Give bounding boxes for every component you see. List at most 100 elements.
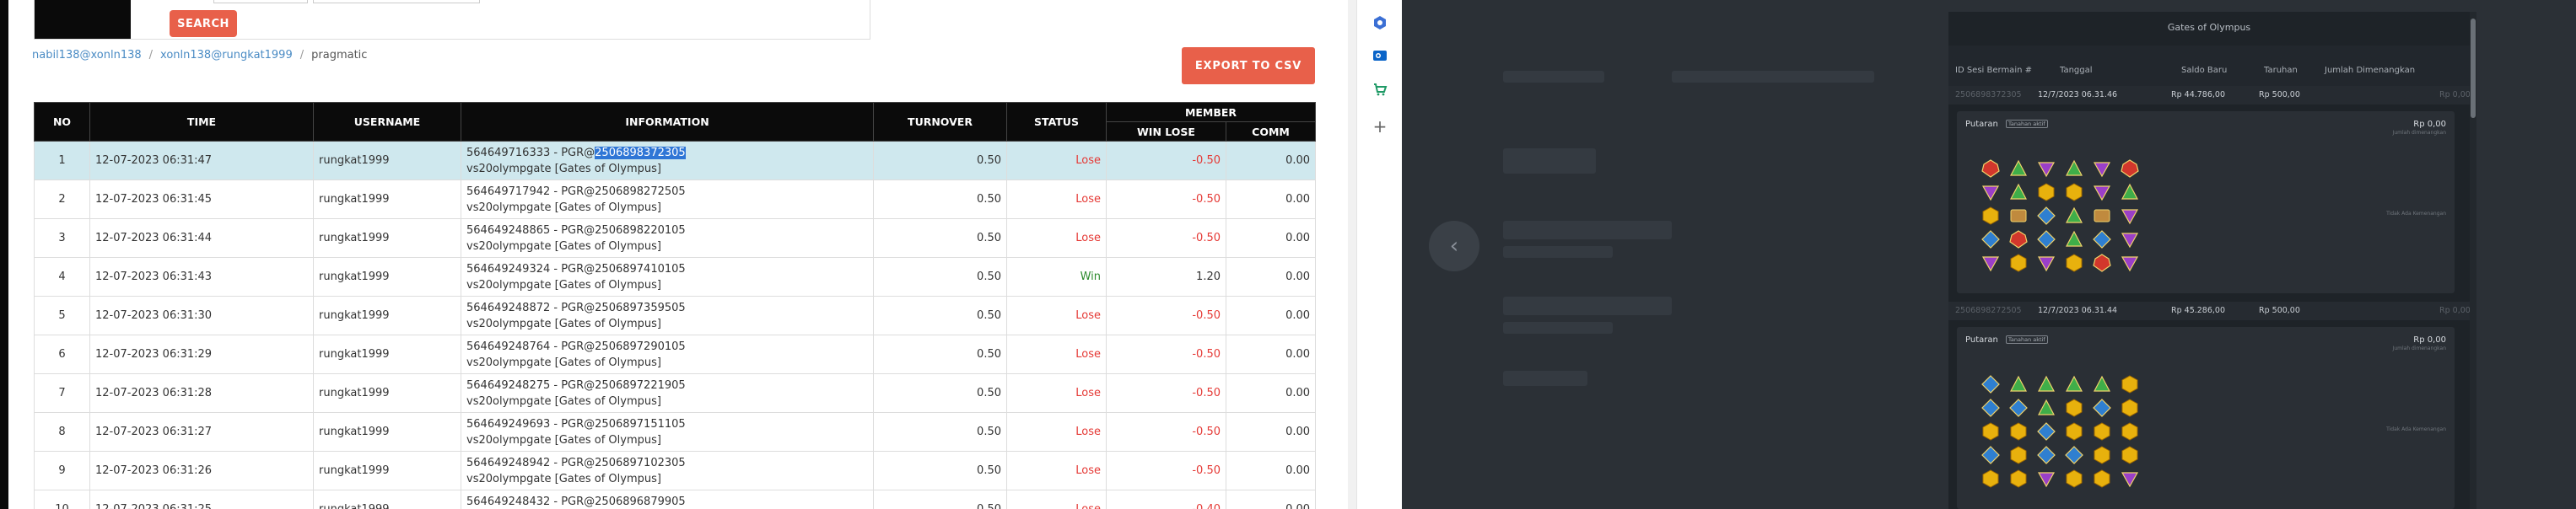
plus-icon[interactable]: + xyxy=(1372,116,1388,137)
yellow-gem-icon xyxy=(2121,375,2138,394)
table-row[interactable]: 1012-07-2023 06:31:25rungkat199956464924… xyxy=(34,490,1317,509)
blue-gem-icon xyxy=(2093,399,2111,417)
header-comm: COMM xyxy=(1225,121,1317,142)
hexagon-icon[interactable] xyxy=(1372,14,1388,31)
yellow-gem-icon xyxy=(2094,422,2110,441)
info-round-id[interactable]: 2506897290105 xyxy=(595,340,686,353)
table-row[interactable]: 6 12-07-2023 06:31:29 rungkat1999 564649248… xyxy=(34,335,1317,374)
cell-win-lose: -0.50 xyxy=(1106,412,1226,452)
round-bet: Rp 500,00 xyxy=(2259,306,2300,315)
cell-status: Lose xyxy=(1006,373,1107,413)
cell-username: rungkat1999 xyxy=(313,257,461,297)
red-gem-icon xyxy=(1981,159,2000,178)
cell-status: Lose xyxy=(1006,296,1107,335)
history-scrollbar-thumb[interactable] xyxy=(2471,19,2476,118)
table-row[interactable]: 9 12-07-2023 06:31:26 rungkat1999 564649248… xyxy=(34,451,1317,490)
info-game: vs20olympgate [Gates of Olympus] xyxy=(466,201,661,214)
green-gem-icon xyxy=(2038,375,2055,392)
table-row[interactable]: 8 12-07-2023 06:31:27 rungkat1999 564649249… xyxy=(34,412,1317,452)
breadcrumb-member-link[interactable]: xonln138@rungkat1999 xyxy=(160,49,293,62)
report-scrollbar[interactable] xyxy=(1348,0,1356,509)
breadcrumb-agent-link[interactable]: nabil138@xonln138 xyxy=(32,49,142,62)
round-row[interactable]: 2506898372305 12/7/2023 06.31.46 Rp 44.7… xyxy=(1948,86,2470,104)
outlook-icon[interactable] xyxy=(1372,47,1388,64)
round-id: 2506898272505 xyxy=(1955,306,2022,315)
blue-gem-icon xyxy=(2009,399,2028,417)
table-row[interactable]: 4 12-07-2023 06:31:43 rungkat1999 564649249… xyxy=(34,257,1317,297)
left-sidebar-edge xyxy=(0,0,8,509)
info-round-id[interactable]: 2506897102305 xyxy=(595,457,686,469)
info-ref: 564649248865 - PGR@ xyxy=(466,224,595,237)
yellow-gem-icon xyxy=(1982,206,1999,225)
info-round-id[interactable]: 2506897221905 xyxy=(595,379,686,392)
table-row[interactable]: 3 12-07-2023 06:31:44 rungkat1999 564649248… xyxy=(34,218,1317,258)
cell-information: 564649249324 - PGR@2506897410105 vs20olym… xyxy=(461,257,874,297)
export-csv-button[interactable]: EXPORT TO CSV xyxy=(1182,47,1315,84)
header-turnover: TURNOVER xyxy=(873,102,1007,142)
col-date: Tanggal xyxy=(2060,66,2093,75)
filter-date-start-input[interactable] xyxy=(213,0,308,3)
info-round-id[interactable]: 2506897410105 xyxy=(595,263,686,276)
yellow-gem-icon xyxy=(2010,422,2027,441)
purple-gem-icon xyxy=(2037,162,2056,178)
round-row[interactable]: 2506898272505 12/7/2023 06.31.44 Rp 45.2… xyxy=(1948,302,2470,320)
cell-no: 7 xyxy=(34,373,90,413)
cell-username: rungkat1999 xyxy=(313,412,461,452)
cell-username: rungkat1999 xyxy=(313,335,461,374)
table-row[interactable]: 2 12-07-2023 06:31:45 rungkat1999 564649717… xyxy=(34,179,1317,219)
info-round-id[interactable]: 2506897359505 xyxy=(595,302,686,314)
info-round-id[interactable]: 2506898372305 xyxy=(595,147,686,159)
blue-gem-icon xyxy=(2037,446,2056,464)
filter-date-end-input[interactable] xyxy=(313,0,480,3)
col-session-id: ID Sesi Bermain # xyxy=(1955,66,2032,75)
cell-username: rungkat1999 xyxy=(313,490,461,509)
symbol-grid xyxy=(1977,157,2144,275)
cell-information: 564649248275 - PGR@2506897221905 vs20olym… xyxy=(461,373,874,413)
header-username: USERNAME xyxy=(313,102,461,142)
cell-comm: 0.00 xyxy=(1225,296,1317,335)
cell-win-lose: -0.50 xyxy=(1106,335,1226,374)
breadcrumb: nabil138@xonln138 / xonln138@rungkat1999 / p… xyxy=(32,49,367,62)
info-round-id[interactable]: 2506896879905 xyxy=(595,496,686,508)
round-date: 12/7/2023 06.31.44 xyxy=(2038,306,2118,315)
round-bet: Rp 500,00 xyxy=(2259,90,2300,99)
info-round-id[interactable]: 2506898220105 xyxy=(595,224,686,237)
spin-tag-badge: Tanahan aktif xyxy=(2006,335,2048,344)
cell-username: rungkat1999 xyxy=(313,451,461,490)
info-round-id[interactable]: 2506897151105 xyxy=(595,418,686,431)
cell-turnover: 0.50 xyxy=(873,257,1007,297)
cell-time: 12-07-2023 06:31:28 xyxy=(89,373,314,413)
cell-information: 564649248432 - PGR@2506896879905vs20olym… xyxy=(461,490,874,509)
yellow-gem-icon xyxy=(2066,422,2083,441)
yellow-gem-icon xyxy=(2121,399,2138,417)
round-id: 2506898372305 xyxy=(1955,90,2022,99)
dimmed-background xyxy=(1452,0,1925,509)
cell-time: 12-07-2023 06:31:43 xyxy=(89,257,314,297)
cell-no: 6 xyxy=(34,335,90,374)
blue-gem-icon xyxy=(2037,206,2056,225)
bet-report-panel: SEARCH nabil138@xonln138 / xonln138@rungka… xyxy=(0,0,1356,509)
info-ref: 564649248432 - PGR@ xyxy=(466,496,595,508)
back-arrow-icon[interactable]: ‹ xyxy=(1429,221,1479,271)
shopping-cart-icon[interactable] xyxy=(1372,81,1388,98)
cell-no: 3 xyxy=(34,218,90,258)
blue-gem-icon xyxy=(1981,375,2000,394)
breadcrumb-current: pragmatic xyxy=(311,49,368,62)
red-gem-icon xyxy=(2121,159,2139,178)
cell-comm: 0.00 xyxy=(1225,373,1317,413)
info-game: vs20olympgate [Gates of Olympus] xyxy=(466,279,661,292)
table-row[interactable]: 1 12-07-2023 06:31:47 rungkat1999 564649716… xyxy=(34,141,1317,180)
col-winnings: Jumlah Dimenangkan xyxy=(2325,66,2416,75)
info-round-id[interactable]: 2506898272505 xyxy=(595,185,686,198)
table-row[interactable]: 5 12-07-2023 06:31:30 rungkat1999 564649248… xyxy=(34,296,1317,335)
cell-comm: 0.00 xyxy=(1225,490,1317,509)
cell-comm: 0.00 xyxy=(1225,335,1317,374)
search-button[interactable]: SEARCH xyxy=(170,10,237,37)
spin-detail-card: Putaran Tanahan aktif Rp 0,00 Jumlah dim… xyxy=(1957,327,2455,509)
cell-comm: 0.00 xyxy=(1225,412,1317,452)
green-gem-icon xyxy=(2066,159,2083,176)
table-row[interactable]: 7 12-07-2023 06:31:28 rungkat1999 564649248… xyxy=(34,373,1317,413)
cell-time: 12-07-2023 06:31:27 xyxy=(89,412,314,452)
header-status: STATUS xyxy=(1006,102,1107,142)
header-information: INFORMATION xyxy=(461,102,874,142)
